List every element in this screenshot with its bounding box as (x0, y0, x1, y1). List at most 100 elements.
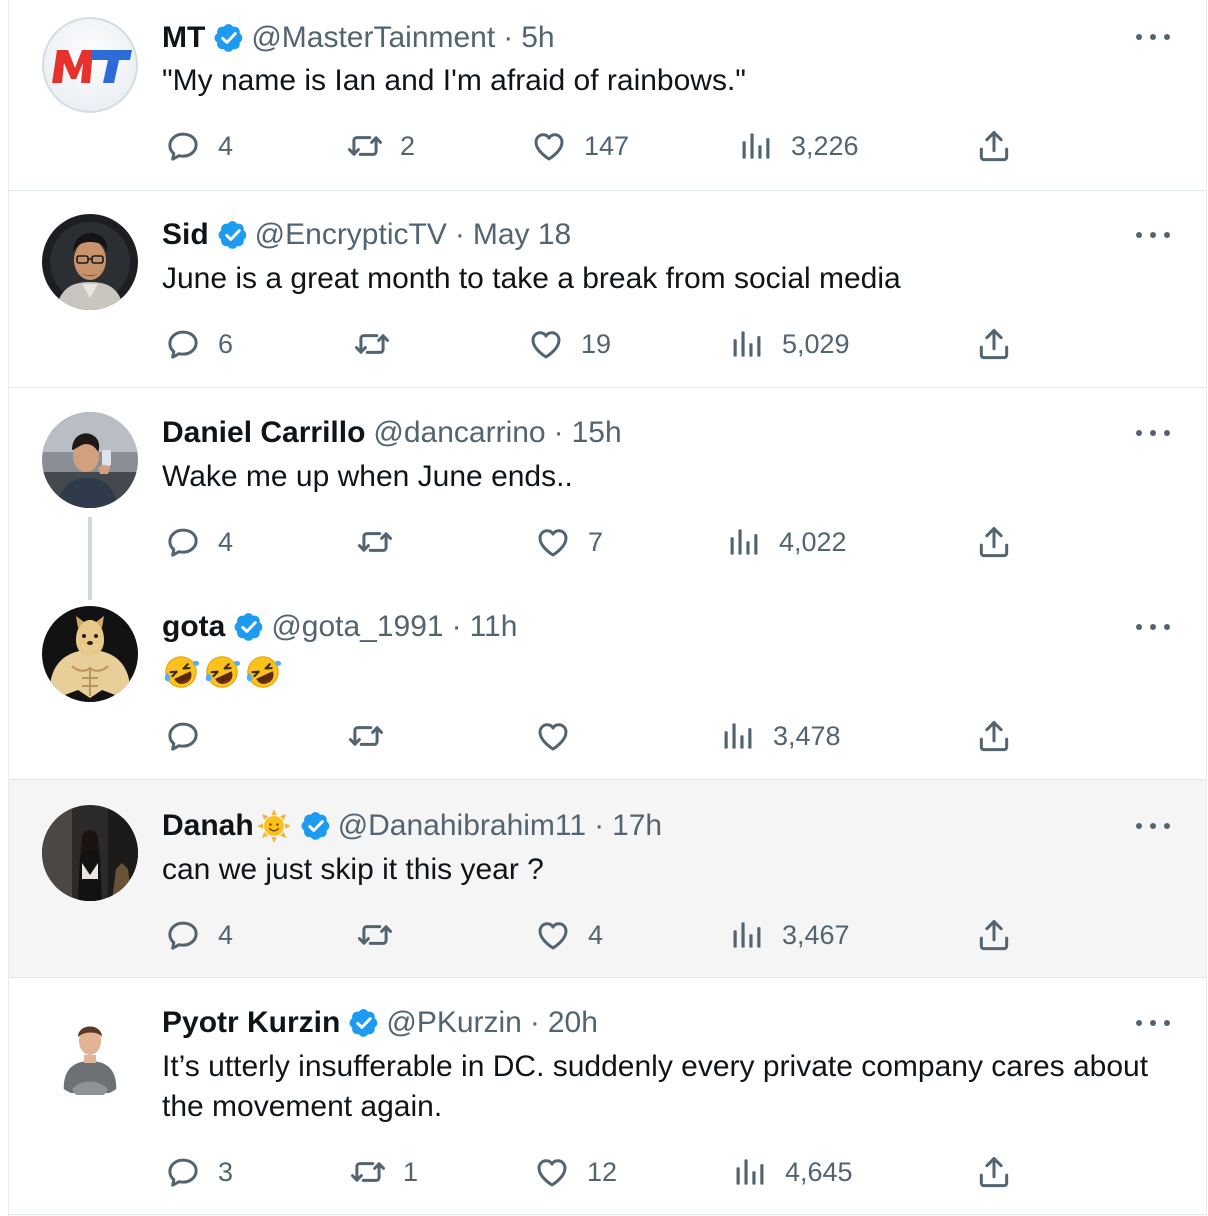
user-handle[interactable]: @gota_1991 (271, 610, 443, 644)
timestamp[interactable]: 11h (470, 610, 518, 644)
like-count: 7 (588, 526, 604, 557)
tweet-header: Sid @EncrypticTV · May 18 (162, 215, 571, 255)
timestamp[interactable]: May 18 (473, 218, 571, 252)
reply-button[interactable]: 4 (164, 126, 233, 166)
heart-icon (527, 325, 565, 363)
like-button[interactable] (534, 716, 588, 756)
avatar[interactable] (42, 17, 138, 113)
heart-icon (534, 916, 572, 954)
display-name[interactable]: Daniel Carrillo (162, 416, 365, 450)
user-handle[interactable]: @PKurzin (386, 1006, 522, 1040)
views-button[interactable]: 4,022 (725, 522, 847, 562)
reply-button[interactable]: 4 (164, 522, 233, 562)
retweet-button[interactable]: 1 (349, 1152, 418, 1192)
display-name[interactable]: Pyotr Kurzin (162, 1006, 340, 1040)
more-options-icon[interactable] (1136, 230, 1170, 240)
tweet[interactable]: MT @MasterTainment · 5h "My name is Ian … (9, 0, 1206, 191)
avatar[interactable] (42, 805, 138, 901)
tweet-text: June is a great month to take a break fr… (162, 262, 901, 295)
views-button[interactable]: 3,478 (719, 716, 841, 756)
views-button[interactable]: 4,645 (731, 1152, 853, 1192)
avatar[interactable] (42, 412, 138, 508)
display-name[interactable]: gota (162, 610, 225, 644)
tweet[interactable]: Daniel Carrillo @dancarrino · 15h Wake m… (9, 388, 1206, 584)
retweet-button[interactable] (356, 522, 410, 562)
like-button[interactable]: 12 (533, 1152, 617, 1192)
like-count: 12 (587, 1156, 618, 1187)
like-count: 19 (581, 328, 612, 359)
tweet-header: MT @MasterTainment · 5h (162, 18, 555, 58)
display-name[interactable]: Danah (162, 809, 254, 843)
tweet[interactable]: Sid @EncrypticTV · May 18 June is a grea… (9, 191, 1206, 388)
separator: · (451, 610, 462, 643)
views-button[interactable]: 3,226 (737, 126, 859, 166)
tweet[interactable]: Danah @Danahibrahim11 · 17h can we just … (9, 779, 1206, 978)
display-name[interactable]: MT (162, 21, 205, 55)
timestamp[interactable]: 20h (548, 1006, 598, 1040)
tweet[interactable]: gota @gota_1991 · 11h 3,478 (9, 584, 1206, 779)
more-options-icon[interactable] (1136, 622, 1170, 632)
retweet-button[interactable]: 2 (346, 126, 415, 166)
retweet-button[interactable] (356, 915, 410, 955)
reply-button[interactable]: 4 (164, 915, 233, 955)
share-button[interactable] (975, 522, 1013, 562)
views-button[interactable]: 3,467 (728, 915, 850, 955)
avatar[interactable] (42, 606, 138, 702)
tweet-header: Pyotr Kurzin @PKurzin · 20h (162, 1003, 598, 1043)
view-count: 4,645 (785, 1156, 853, 1187)
display-name[interactable]: Sid (162, 218, 209, 252)
timestamp[interactable]: 17h (612, 809, 662, 843)
tweet-text: "My name is Ian and I'm afraid of rainbo… (162, 64, 746, 97)
more-options-icon[interactable] (1136, 428, 1170, 438)
retweet-button[interactable] (347, 716, 401, 756)
reply-icon (164, 127, 202, 165)
views-chart-icon (728, 325, 766, 363)
reply-button[interactable]: 6 (164, 324, 233, 364)
share-button[interactable] (975, 915, 1013, 955)
views-button[interactable]: 5,029 (728, 324, 850, 364)
share-icon (975, 916, 1013, 954)
like-button[interactable]: 7 (534, 522, 603, 562)
like-button[interactable]: 19 (527, 324, 611, 364)
share-button[interactable] (975, 716, 1013, 756)
share-button[interactable] (975, 324, 1013, 364)
reply-count: 4 (218, 130, 234, 161)
user-handle[interactable]: @dancarrino (373, 416, 545, 450)
separator: · (529, 1006, 540, 1039)
share-button[interactable] (975, 1152, 1013, 1192)
user-handle[interactable]: @EncrypticTV (255, 218, 447, 252)
like-button[interactable]: 147 (530, 126, 629, 166)
verified-badge-icon (300, 810, 332, 842)
user-handle[interactable]: @Danahibrahim11 (338, 809, 586, 843)
verified-badge-icon (217, 219, 249, 251)
views-chart-icon (719, 717, 757, 755)
reply-button[interactable] (164, 716, 218, 756)
reply-button[interactable]: 3 (164, 1152, 233, 1192)
views-chart-icon (725, 523, 763, 561)
heart-icon (534, 717, 572, 755)
verified-badge-icon (213, 22, 245, 54)
share-icon (975, 1153, 1013, 1191)
view-count: 3,226 (791, 130, 859, 161)
user-handle[interactable]: @MasterTainment (251, 21, 495, 55)
share-button[interactable] (975, 126, 1013, 166)
avatar[interactable] (42, 214, 138, 310)
retweet-button[interactable] (353, 324, 407, 364)
share-icon (975, 127, 1013, 165)
share-icon (975, 325, 1013, 363)
avatar[interactable] (42, 1001, 138, 1097)
timestamp[interactable]: 15h (572, 416, 622, 450)
timestamp[interactable]: 5h (521, 21, 554, 55)
view-count: 3,478 (773, 720, 841, 751)
reply-count: 4 (218, 526, 234, 557)
more-options-icon[interactable] (1136, 1018, 1170, 1028)
rolling-laughing-emoji (244, 653, 282, 691)
reply-icon (164, 916, 202, 954)
retweet-count: 2 (400, 130, 416, 161)
like-button[interactable]: 4 (534, 915, 603, 955)
like-count: 147 (584, 130, 630, 161)
more-options-icon[interactable] (1136, 32, 1170, 42)
reply-icon (164, 717, 202, 755)
more-options-icon[interactable] (1136, 821, 1170, 831)
tweet[interactable]: Pyotr Kurzin @PKurzin · 20h It’s utterly… (9, 977, 1206, 1215)
